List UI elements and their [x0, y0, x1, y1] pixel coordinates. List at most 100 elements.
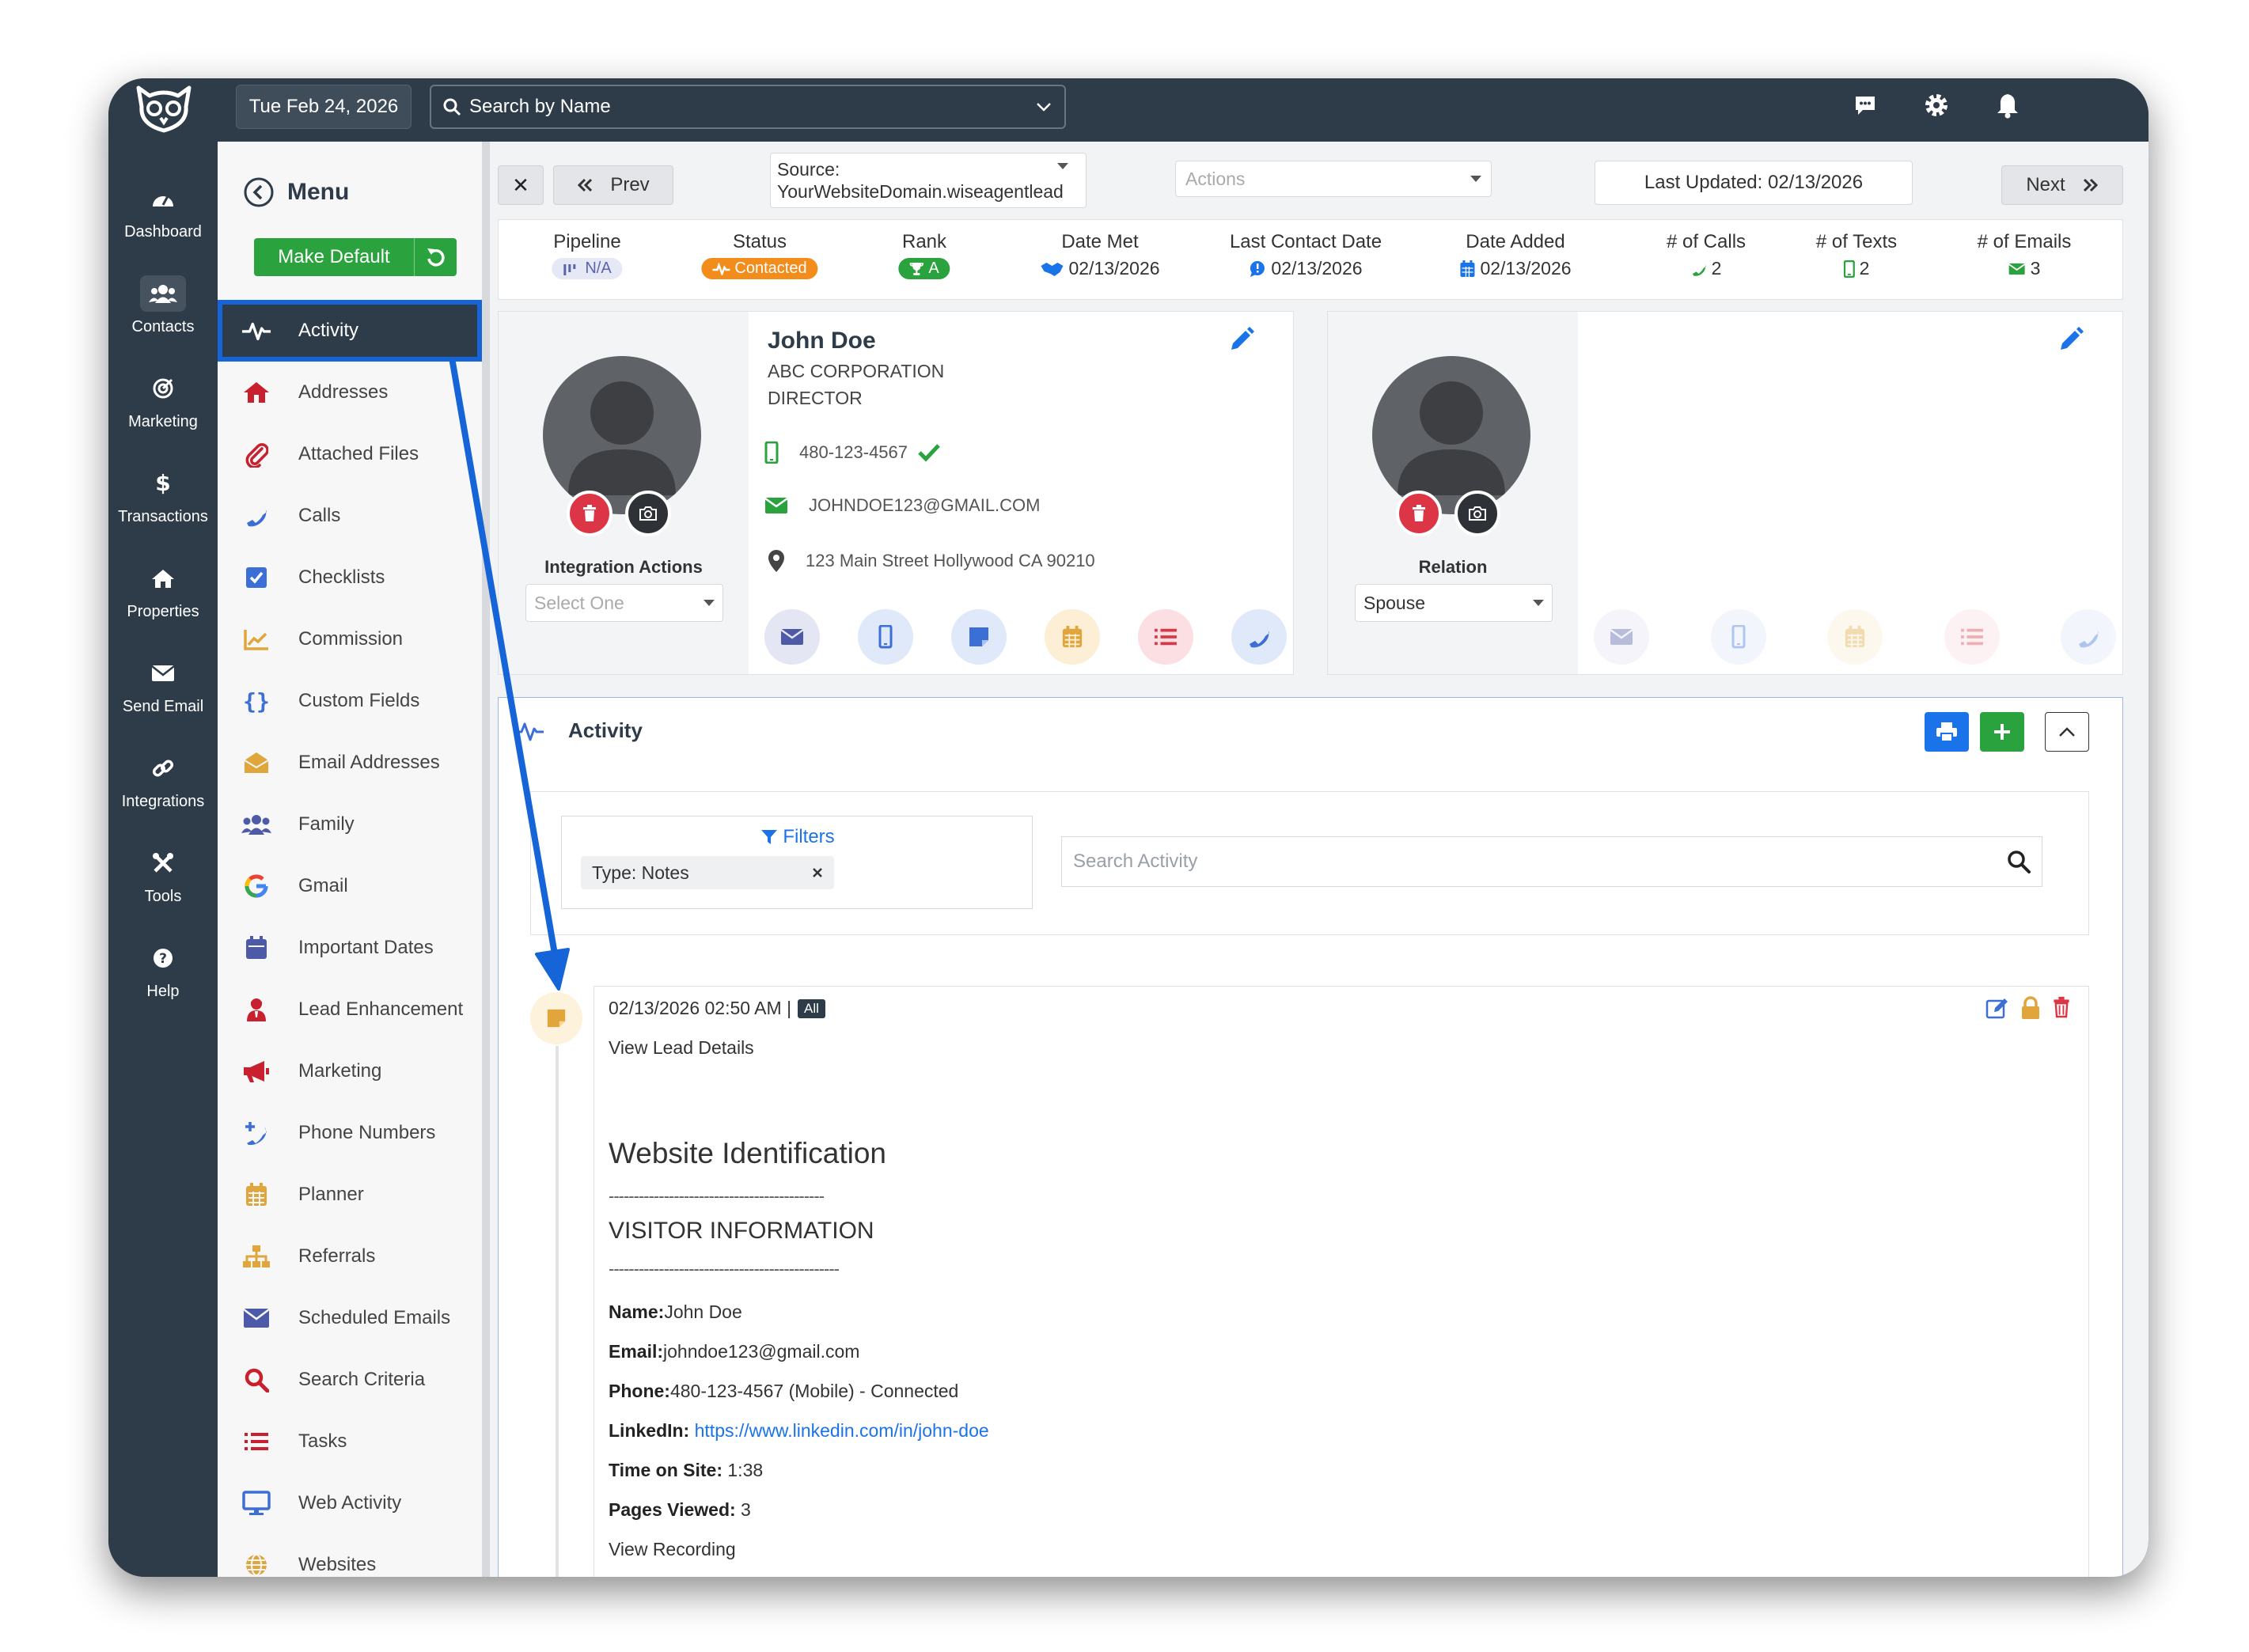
menu-item-planner[interactable]: Planner [218, 1164, 482, 1226]
gear-icon[interactable] [1921, 89, 1952, 121]
nav-send-email[interactable]: Send Email [108, 642, 218, 729]
lock-icon[interactable] [2020, 996, 2041, 1020]
relation-select[interactable]: Spouse [1355, 584, 1553, 622]
menu-item-referrals[interactable]: Referrals [218, 1226, 482, 1287]
menu-item-checklists[interactable]: Checklists [218, 547, 482, 608]
menu-item-attached-files[interactable]: Attached Files [218, 423, 482, 485]
menu-item-email-addresses[interactable]: Email Addresses [218, 732, 482, 794]
view-recording-link[interactable]: View Recording [609, 1539, 736, 1560]
menu-item-websites[interactable]: Websites [218, 1534, 482, 1577]
upload-relation-photo-button[interactable] [1454, 491, 1500, 536]
undo-icon[interactable] [414, 238, 457, 276]
close-icon[interactable] [812, 867, 823, 878]
menu-item-addresses[interactable]: Addresses [218, 362, 482, 423]
linkedin-link[interactable]: https://www.linkedin.com/in/john-doe [695, 1420, 989, 1441]
actions-select[interactable]: Actions [1175, 161, 1492, 197]
menu-item-family[interactable]: Family [218, 794, 482, 855]
make-default-button[interactable]: Make Default [254, 238, 457, 276]
integration-actions-select[interactable]: Select One [525, 584, 723, 622]
call-action-button[interactable] [1231, 609, 1287, 665]
search-by-name[interactable] [430, 85, 1066, 129]
chevron-down-icon[interactable] [1034, 97, 1053, 116]
menu-item-important-dates[interactable]: Important Dates [218, 917, 482, 979]
filter-chip-type-notes: Type: Notes [581, 856, 834, 889]
nav-transactions[interactable]: $ Transactions [108, 452, 218, 539]
text-action-button[interactable] [858, 609, 913, 665]
activity-search-input[interactable] [1073, 851, 2007, 873]
relation-call-button[interactable] [2061, 609, 2116, 665]
pipeline-badge[interactable]: N/A [552, 258, 623, 279]
nav-contacts[interactable]: Contacts [108, 262, 218, 349]
contact-phone[interactable]: 480-123-4567 [799, 442, 908, 463]
menu-item-phone-numbers[interactable]: Phone Numbers [218, 1102, 482, 1164]
upload-photo-button[interactable] [625, 491, 671, 536]
trash-icon[interactable] [2052, 996, 2071, 1020]
collapse-button[interactable] [2045, 712, 2089, 752]
phone-icon [1691, 261, 1707, 277]
nav-integrations[interactable]: Integrations [108, 737, 218, 824]
stat-pipeline[interactable]: Pipeline N/A [552, 231, 623, 279]
current-date-button[interactable]: Tue Feb 24, 2026 [236, 85, 411, 129]
contact-email-row[interactable]: JOHNDOE123@GMAIL.COM [764, 495, 1041, 516]
search-input[interactable] [469, 96, 1026, 118]
menu-item-lead-enhancement[interactable]: Lead Enhancement [218, 979, 482, 1040]
add-activity-button[interactable] [1980, 712, 2024, 752]
filters-toggle[interactable]: Filters [562, 826, 1033, 848]
relation-schedule-button[interactable] [1827, 609, 1883, 665]
rank-badge[interactable]: A [898, 258, 950, 279]
relation-email-button[interactable] [1594, 609, 1649, 665]
bell-icon[interactable] [1992, 89, 2023, 121]
contact-address-row[interactable]: 123 Main Street Hollywood CA 90210 [764, 549, 1095, 573]
edit-contact-pencil-icon[interactable] [1228, 326, 1255, 353]
stat-status[interactable]: Status Contacted [701, 231, 818, 279]
close-button[interactable]: ✕ [498, 165, 544, 205]
edit-icon[interactable] [1985, 996, 2009, 1020]
view-lead-details-link[interactable]: View Lead Details [609, 1037, 754, 1059]
contact-address[interactable]: 123 Main Street Hollywood CA 90210 [806, 551, 1095, 571]
envelope-icon [140, 655, 186, 691]
print-button[interactable] [1925, 712, 1969, 752]
menu-item-marketing[interactable]: Marketing [218, 1040, 482, 1102]
relation-task-button[interactable] [1944, 609, 2000, 665]
menu-header[interactable]: Menu [243, 176, 349, 208]
activity-search[interactable] [1061, 836, 2042, 887]
menu-item-activity[interactable]: Activity [218, 300, 482, 362]
chat-icon[interactable] [1849, 89, 1881, 121]
menu-item-commission[interactable]: Commission [218, 608, 482, 670]
next-button[interactable]: Next [2001, 165, 2123, 205]
search-icon[interactable] [2007, 850, 2031, 873]
email-action-button[interactable] [764, 609, 820, 665]
nav-dashboard[interactable]: Dashboard [108, 167, 218, 254]
relation-text-button[interactable] [1710, 609, 1766, 665]
chevron-left-circle-icon[interactable] [243, 176, 275, 208]
menu-item-web-activity[interactable]: Web Activity [218, 1472, 482, 1534]
nav-tools[interactable]: Tools [108, 832, 218, 919]
contact-phone-row[interactable]: 480-123-4567 [764, 441, 941, 464]
relation-avatar[interactable] [1372, 356, 1530, 514]
globe-icon [241, 1550, 271, 1577]
owl-logo-icon[interactable] [126, 78, 201, 138]
task-action-button[interactable] [1138, 609, 1193, 665]
delete-relation-photo-button[interactable] [1396, 491, 1442, 536]
menu-item-scheduled-emails[interactable]: Scheduled Emails [218, 1287, 482, 1349]
nav-properties[interactable]: Properties [108, 547, 218, 634]
menu-item-tasks[interactable]: Tasks [218, 1411, 482, 1472]
avatar[interactable] [543, 356, 701, 514]
schedule-action-button[interactable] [1045, 609, 1100, 665]
edit-relation-pencil-icon[interactable] [2057, 326, 2084, 353]
source-select[interactable]: Source: YourWebsiteDomain.wiseagentlead [770, 153, 1087, 208]
menu-item-search-criteria[interactable]: Search Criteria [218, 1349, 482, 1411]
stat-date-added: Date Added 02/13/2026 [1459, 231, 1572, 279]
prev-button[interactable]: Prev [553, 165, 673, 205]
menu-item-calls[interactable]: Calls [218, 485, 482, 547]
menu-item-custom-fields[interactable]: {} Custom Fields [218, 670, 482, 732]
contact-email[interactable]: JOHNDOE123@GMAIL.COM [809, 495, 1041, 516]
stat-rank[interactable]: Rank A [898, 231, 950, 279]
delete-photo-button[interactable] [567, 491, 613, 536]
chevron-up-icon [2057, 726, 2076, 738]
status-badge[interactable]: Contacted [701, 258, 818, 279]
nav-help[interactable]: ? Help [108, 926, 218, 1014]
menu-item-gmail[interactable]: Gmail [218, 855, 482, 917]
nav-marketing[interactable]: Marketing [108, 357, 218, 444]
note-action-button[interactable] [951, 609, 1007, 665]
